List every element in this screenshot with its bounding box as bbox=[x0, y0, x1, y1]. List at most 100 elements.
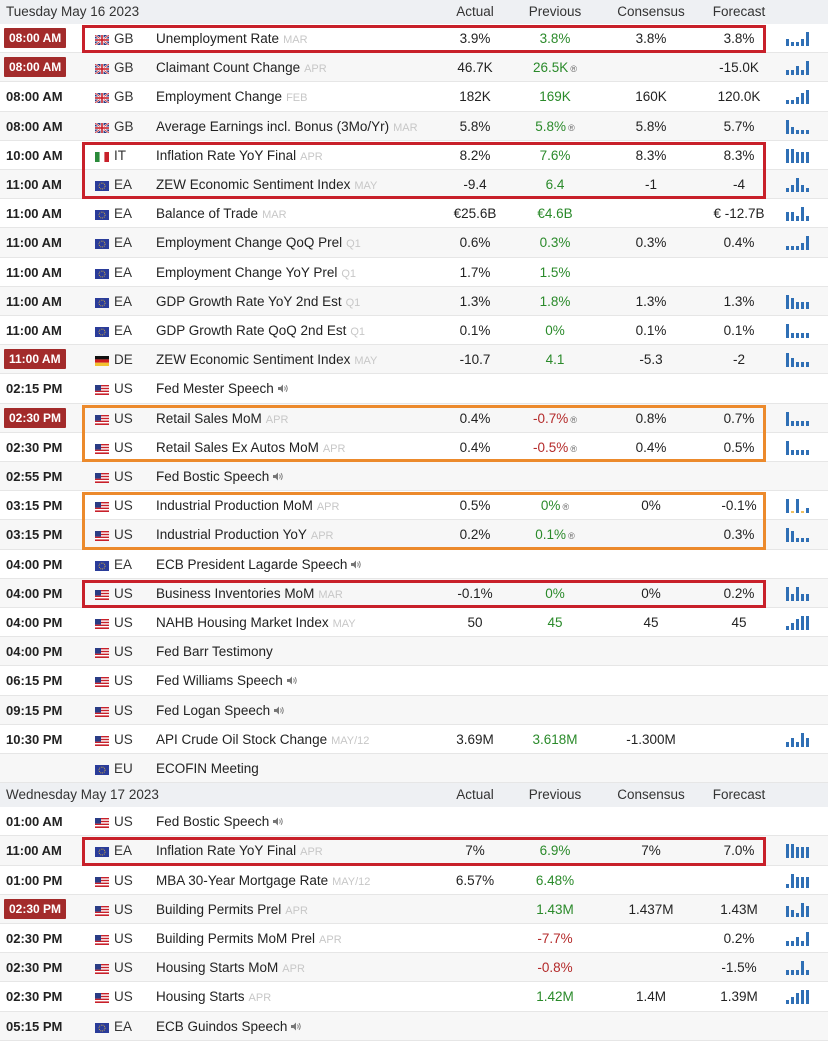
event-name-link[interactable]: ECB Guindos Speech bbox=[156, 1019, 302, 1034]
table-row[interactable]: 10:30 PM US API Crude Oil Stock Change MAY/… bbox=[0, 725, 828, 754]
event-name[interactable]: Fed Bostic Speech bbox=[156, 469, 269, 484]
event-name[interactable]: GDP Growth Rate QoQ 2nd Est bbox=[156, 323, 346, 338]
table-row[interactable]: 11:00 AM EA GDP Growth Rate QoQ 2nd Est Q1 0… bbox=[0, 316, 828, 346]
sparkline-chart[interactable] bbox=[786, 294, 814, 309]
event-name[interactable]: Employment Change YoY Prel bbox=[156, 265, 337, 280]
event-name[interactable]: NAHB Housing Market Index bbox=[156, 615, 329, 630]
sparkline-chart[interactable] bbox=[786, 411, 814, 426]
event-name[interactable]: Housing Starts bbox=[156, 989, 245, 1004]
table-row[interactable]: 01:00 AM US Fed Bostic Speech bbox=[0, 807, 828, 837]
sparkline-chart[interactable] bbox=[786, 844, 814, 859]
column-header-forecast[interactable]: Forecast bbox=[694, 4, 784, 19]
column-header-previous[interactable]: Previous bbox=[510, 4, 600, 19]
event-name[interactable]: Fed Barr Testimony bbox=[156, 644, 273, 659]
event-name-link[interactable]: MBA 30-Year Mortgage Rate MAY/12 bbox=[156, 873, 370, 888]
table-row[interactable]: 04:00 PM EA ECB President Lagarde Speech bbox=[0, 550, 828, 579]
speaker-icon[interactable] bbox=[274, 706, 285, 718]
speaker-icon[interactable] bbox=[277, 384, 289, 396]
sparkline-chart[interactable] bbox=[786, 586, 814, 601]
event-name-link[interactable]: Employment Change FEB bbox=[156, 89, 307, 104]
sparkline-chart[interactable] bbox=[786, 732, 814, 747]
table-row[interactable]: 11:00 AM EA Employment Change QoQ Prel Q1 0.… bbox=[0, 228, 828, 258]
table-row[interactable]: 11:00 AM EA GDP Growth Rate YoY 2nd Est Q1 1… bbox=[0, 286, 828, 316]
sparkline-chart[interactable] bbox=[786, 61, 814, 76]
speaker-icon[interactable] bbox=[273, 817, 284, 829]
revised-icon[interactable]: ® bbox=[568, 123, 575, 133]
event-name[interactable]: GDP Growth Rate YoY 2nd Est bbox=[156, 294, 342, 309]
sparkline-chart[interactable] bbox=[786, 902, 814, 917]
event-name[interactable]: Housing Starts MoM bbox=[156, 960, 278, 975]
event-name[interactable]: Fed Williams Speech bbox=[156, 673, 283, 688]
event-name-link[interactable]: NAHB Housing Market Index MAY bbox=[156, 615, 356, 630]
event-name[interactable]: ZEW Economic Sentiment Index bbox=[156, 352, 350, 367]
event-name[interactable]: ECB Guindos Speech bbox=[156, 1019, 287, 1034]
sparkline-chart[interactable] bbox=[786, 528, 814, 543]
table-row[interactable]: 04:00 PM US Fed Barr Testimony bbox=[0, 637, 828, 667]
event-name-link[interactable]: Fed Barr Testimony bbox=[156, 644, 273, 659]
table-row[interactable]: 04:00 PM US NAHB Housing Market Index MAY 50… bbox=[0, 608, 828, 638]
sparkline-chart[interactable] bbox=[786, 324, 814, 338]
event-name-link[interactable]: Building Permits Prel APR bbox=[156, 902, 308, 917]
revised-icon[interactable]: ® bbox=[570, 64, 577, 74]
table-row[interactable]: 11:00 AM EA Balance of Trade MAR €25.6B €4.6B… bbox=[0, 199, 828, 229]
table-row[interactable]: 01:00 PM US MBA 30-Year Mortgage Rate MAY/1… bbox=[0, 866, 828, 895]
sparkline-chart[interactable] bbox=[786, 961, 814, 976]
event-name-link[interactable]: Fed Bostic Speech bbox=[156, 469, 284, 484]
speaker-icon[interactable] bbox=[273, 472, 284, 484]
event-name-link[interactable]: Fed Mester Speech bbox=[156, 381, 289, 396]
event-name-link[interactable]: ECB President Lagarde Speech bbox=[156, 557, 362, 572]
event-name-link[interactable]: Employment Change QoQ Prel Q1 bbox=[156, 235, 361, 250]
event-name[interactable]: ECB President Lagarde Speech bbox=[156, 557, 347, 572]
column-header-consensus[interactable]: Consensus bbox=[606, 787, 696, 802]
sparkline-chart[interactable] bbox=[786, 148, 814, 163]
sparkline-chart[interactable] bbox=[786, 873, 814, 888]
event-name-link[interactable]: GDP Growth Rate QoQ 2nd Est Q1 bbox=[156, 323, 365, 338]
sparkline-chart[interactable] bbox=[786, 440, 814, 455]
column-header-actual[interactable]: Actual bbox=[430, 787, 520, 802]
event-name-link[interactable]: API Crude Oil Stock Change MAY/12 bbox=[156, 732, 369, 747]
table-row[interactable]: 02:30 PM US Building Permits MoM Prel APR -7… bbox=[0, 924, 828, 954]
event-name-link[interactable]: GDP Growth Rate YoY 2nd Est Q1 bbox=[156, 294, 360, 309]
speaker-icon[interactable] bbox=[286, 676, 298, 688]
table-row[interactable]: 08:00 AM GB Claimant Count Change APR 46.7K 2… bbox=[0, 53, 828, 83]
event-name[interactable]: Claimant Count Change bbox=[156, 60, 300, 75]
event-name[interactable]: API Crude Oil Stock Change bbox=[156, 732, 327, 747]
table-row[interactable]: 06:15 PM US Fed Williams Speech bbox=[0, 666, 828, 696]
column-header-previous[interactable]: Previous bbox=[510, 787, 600, 802]
speaker-icon[interactable] bbox=[291, 1022, 302, 1034]
event-name-link[interactable]: Average Earnings incl. Bonus (3Mo/Yr) MAR bbox=[156, 119, 418, 134]
column-header-forecast[interactable]: Forecast bbox=[694, 787, 784, 802]
sparkline-chart[interactable] bbox=[786, 353, 814, 368]
event-name-link[interactable]: Housing Starts APR bbox=[156, 989, 271, 1004]
sparkline-chart[interactable] bbox=[786, 499, 814, 514]
event-name[interactable]: Fed Bostic Speech bbox=[156, 814, 269, 829]
sparkline-chart[interactable] bbox=[786, 236, 814, 251]
table-row[interactable]: 02:30 PM US Housing Starts MoM APR -0.8% -1.5… bbox=[0, 953, 828, 983]
event-name-link[interactable]: Employment Change YoY Prel Q1 bbox=[156, 265, 356, 280]
sparkline-chart[interactable] bbox=[786, 207, 814, 222]
sparkline-chart[interactable] bbox=[786, 90, 814, 105]
table-row[interactable]: 02:55 PM US Fed Bostic Speech bbox=[0, 462, 828, 492]
table-row[interactable]: 08:00 AM GB Employment Change FEB 182K 169K 16… bbox=[0, 82, 828, 112]
sparkline-chart[interactable] bbox=[786, 990, 814, 1005]
event-name-link[interactable]: Fed Bostic Speech bbox=[156, 814, 284, 829]
column-header-consensus[interactable]: Consensus bbox=[606, 4, 696, 19]
event-name-link[interactable]: Balance of Trade MAR bbox=[156, 206, 287, 221]
sparkline-chart[interactable] bbox=[786, 119, 814, 134]
event-name[interactable]: Employment Change bbox=[156, 89, 282, 104]
event-name[interactable]: Average Earnings incl. Bonus (3Mo/Yr) bbox=[156, 119, 389, 134]
event-name[interactable]: Fed Logan Speech bbox=[156, 703, 270, 718]
event-name[interactable]: Building Permits MoM Prel bbox=[156, 931, 315, 946]
table-row[interactable]: 05:15 PM EA ECB Guindos Speech bbox=[0, 1011, 828, 1041]
event-name[interactable]: MBA 30-Year Mortgage Rate bbox=[156, 873, 328, 888]
event-name-link[interactable]: Housing Starts MoM APR bbox=[156, 960, 305, 975]
sparkline-chart[interactable] bbox=[786, 178, 814, 192]
table-row[interactable]: 02:30 PM US Housing Starts APR 1.42M 1.4M 1.39… bbox=[0, 982, 828, 1012]
table-row[interactable]: 02:30 PM US Building Permits Prel APR 1.43M 1… bbox=[0, 894, 828, 924]
event-name-link[interactable]: Building Permits MoM Prel APR bbox=[156, 931, 342, 946]
event-name-link[interactable]: ECOFIN Meeting bbox=[156, 761, 259, 776]
event-name[interactable]: Employment Change QoQ Prel bbox=[156, 235, 342, 250]
sparkline-chart[interactable] bbox=[786, 32, 814, 46]
table-row[interactable]: 09:15 PM US Fed Logan Speech bbox=[0, 695, 828, 725]
table-row[interactable]: 08:00 AM GB Average Earnings incl. Bonus (… bbox=[0, 111, 828, 141]
